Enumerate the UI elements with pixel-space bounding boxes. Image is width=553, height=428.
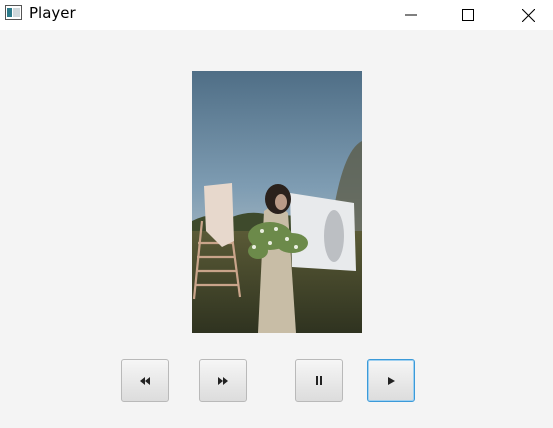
rewind-button[interactable] — [121, 359, 169, 402]
fast-forward-button[interactable] — [199, 359, 247, 402]
close-button[interactable] — [505, 0, 551, 30]
pause-icon — [316, 376, 322, 385]
window-title: Player — [29, 4, 76, 22]
fast-forward-icon — [218, 376, 228, 385]
maximize-icon — [462, 9, 474, 21]
pause-button[interactable] — [295, 359, 343, 402]
play-button[interactable] — [367, 359, 415, 402]
close-icon — [521, 8, 535, 22]
minimize-button[interactable] — [388, 0, 434, 30]
video-image — [192, 71, 362, 333]
minimize-icon — [405, 14, 417, 16]
rewind-icon — [140, 376, 150, 385]
video-frame[interactable] — [192, 71, 362, 333]
maximize-button[interactable] — [445, 0, 491, 30]
play-icon — [387, 376, 395, 385]
title-bar: Player — [0, 0, 553, 30]
app-icon — [5, 5, 22, 20]
